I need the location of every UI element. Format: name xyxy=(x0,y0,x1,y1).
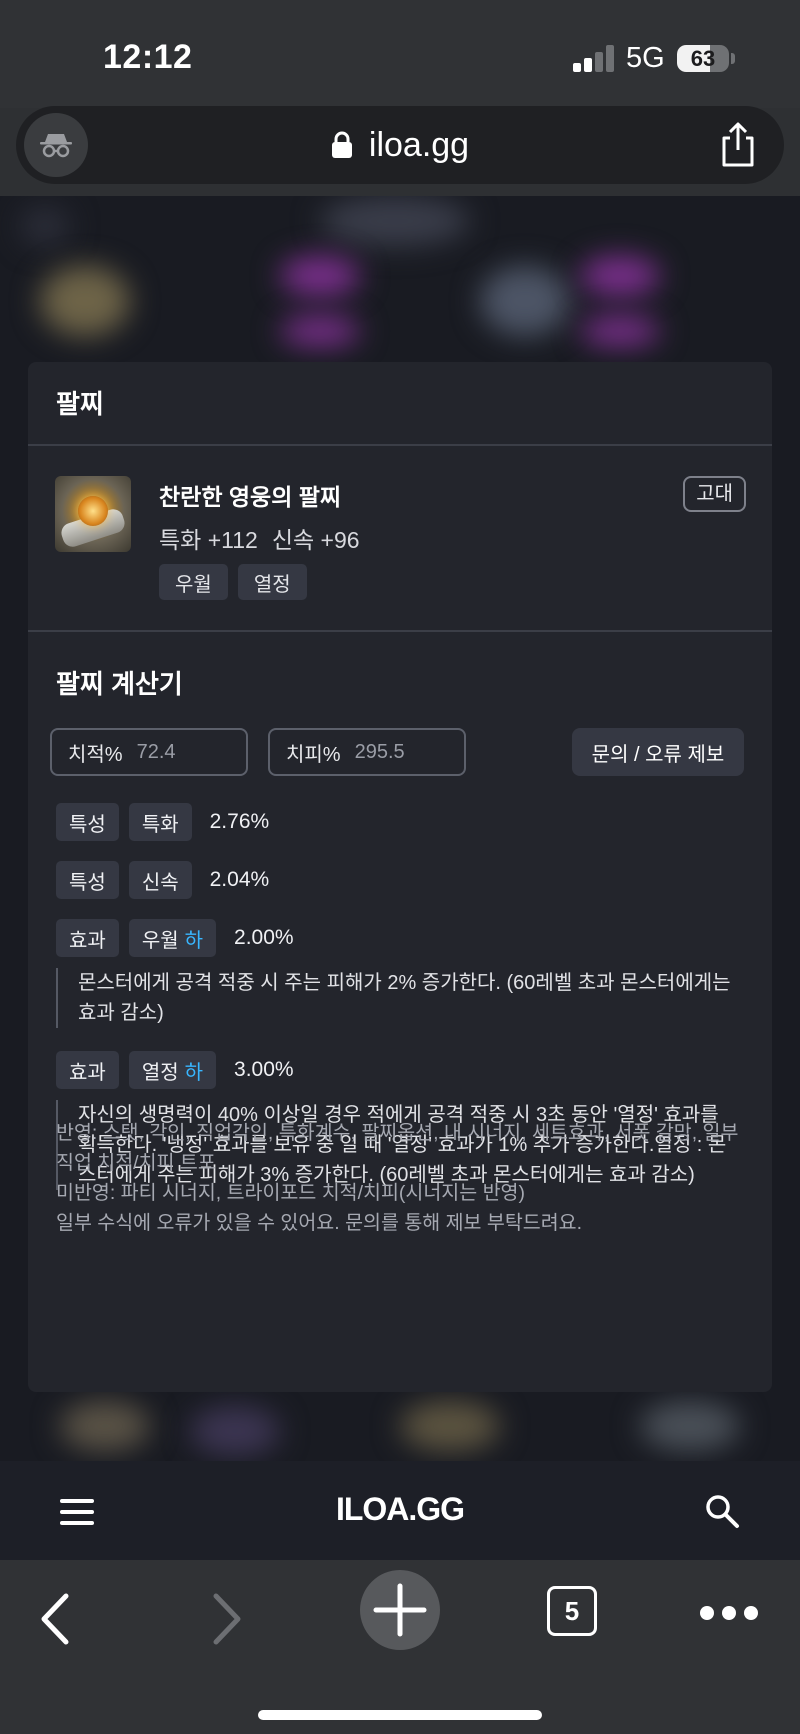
item-stats: 특화 +112 신속 +96 xyxy=(159,521,360,555)
item-summary: 찬란한 영웅의 팔찌 특화 +112 신속 +96 우월 열정 고대 xyxy=(28,448,772,632)
note-disclaimer: 일부 수식에 오류가 있을 수 있어요. 문의를 통해 제보 부탁드려요. xyxy=(56,1212,583,1234)
calc-row-superiority: 효과 우월 하 2.00% xyxy=(56,919,294,957)
calc-row-specialization: 특성 특화 2.76% xyxy=(56,803,269,841)
signal-icon xyxy=(573,44,615,72)
forward-icon[interactable] xyxy=(206,1590,246,1648)
grade-badge: 고대 xyxy=(683,476,746,512)
back-icon[interactable] xyxy=(36,1590,76,1648)
home-indicator xyxy=(258,1710,542,1720)
crit-damage-field[interactable]: 치피% xyxy=(268,728,466,776)
network-type: 5G xyxy=(626,42,665,74)
url-text: iloa.gg xyxy=(368,125,470,164)
crit-damage-input[interactable] xyxy=(354,740,445,764)
calculator-title: 팔찌 계산기 xyxy=(56,669,183,699)
effect-description: 몬스터에게 공격 적중 시 주는 피해가 2% 증가한다. (60레벨 초과 몬… xyxy=(56,968,736,1028)
row-name: 열정 xyxy=(141,1061,179,1084)
row-name-chip: 신속 xyxy=(128,861,192,899)
crit-damage-label: 치피% xyxy=(286,743,341,766)
tabs-button[interactable]: 5 xyxy=(547,1586,597,1636)
share-icon[interactable] xyxy=(718,122,758,168)
row-type-chip: 특성 xyxy=(56,861,119,899)
calculator-notes: 반영: 스탯, 각인, 직업각인, 특화계수, 팔찌옵션, 내 시너지, 세트효… xyxy=(56,1118,746,1238)
row-type-chip: 효과 xyxy=(56,919,119,957)
row-value: 2.04% xyxy=(209,868,270,891)
row-value: 3.00% xyxy=(234,1058,294,1081)
row-type-chip: 특성 xyxy=(56,803,119,841)
row-type-chip: 효과 xyxy=(56,1051,119,1089)
row-level: 하 xyxy=(184,929,204,952)
row-value: 2.00% xyxy=(234,926,294,949)
plus-icon xyxy=(373,1583,427,1637)
item-tag: 열정 xyxy=(237,564,307,600)
modal-title: 팔찌 xyxy=(56,389,104,419)
crit-rate-field[interactable]: 치적% xyxy=(50,728,248,776)
site-logo[interactable]: ILOA.GG xyxy=(0,1491,800,1528)
url-display[interactable]: iloa.gg xyxy=(16,106,784,184)
address-bar[interactable]: iloa.gg xyxy=(16,106,784,184)
crit-rate-label: 치적% xyxy=(68,743,123,766)
status-time: 12:12 xyxy=(103,38,193,76)
item-stat-specialization: 특화 +112 xyxy=(159,527,258,553)
battery-nub xyxy=(731,53,735,64)
calc-row-passion: 효과 열정 하 3.00% xyxy=(56,1051,294,1089)
row-name-chip: 열정 하 xyxy=(128,1051,217,1089)
incognito-icon xyxy=(40,134,72,158)
row-name-chip: 우월 하 xyxy=(128,919,217,957)
row-level: 하 xyxy=(184,1061,204,1084)
modal-header: 팔찌 xyxy=(28,362,772,446)
battery-percent: 63 xyxy=(690,46,716,71)
new-tab-button[interactable] xyxy=(360,1570,440,1650)
crit-rate-input[interactable] xyxy=(136,740,227,764)
item-tag: 우월 xyxy=(159,564,228,600)
bracelet-modal: 팔찌 찬란한 영웅의 팔찌 특화 +112 신속 +96 우월 열정 고대 팔찌… xyxy=(28,362,772,1392)
row-name-chip: 특화 xyxy=(128,803,192,841)
incognito-button[interactable] xyxy=(24,113,88,177)
lock-icon xyxy=(331,131,352,158)
site-bottom-nav: ILOA.GG xyxy=(0,1461,800,1560)
report-button[interactable]: 문의 / 오류 제보 xyxy=(572,728,744,776)
search-icon[interactable] xyxy=(704,1493,740,1529)
note-applied: 반영: 스탯, 각인, 직업각인, 특화계수, 팔찌옵션, 내 시너지, 세트효… xyxy=(56,1122,739,1174)
more-icon[interactable] xyxy=(700,1606,760,1620)
row-name: 우월 xyxy=(141,929,179,952)
item-stat-swiftness: 신속 +96 xyxy=(271,527,360,553)
battery-icon: 63 xyxy=(677,45,729,72)
bracelet-item-icon xyxy=(55,476,131,552)
status-bar: 12:12 5G 63 xyxy=(0,0,800,108)
row-value: 2.76% xyxy=(209,810,270,833)
calc-row-swiftness: 특성 신속 2.04% xyxy=(56,861,269,899)
note-not-applied: 미반영: 파티 시너지, 트라이포드 치적/치피(시너지는 반영) xyxy=(56,1182,525,1204)
item-tags: 우월 열정 xyxy=(159,564,307,600)
item-name: 찬란한 영웅의 팔찌 xyxy=(159,484,342,510)
browser-toolbar: 5 xyxy=(0,1560,800,1734)
